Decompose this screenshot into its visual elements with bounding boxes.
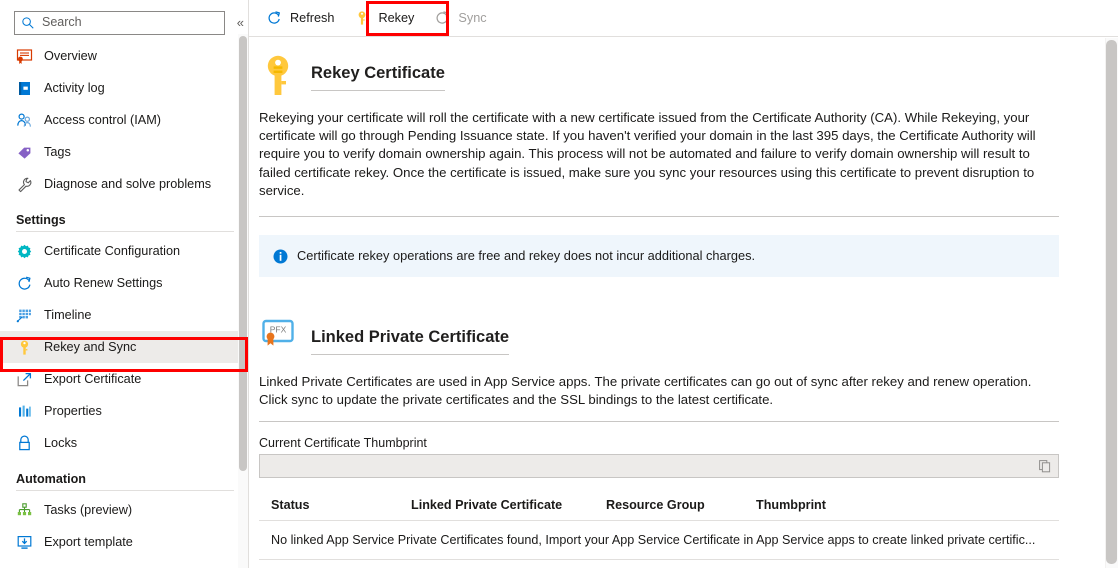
sidebar-scrollbar-thumb[interactable] bbox=[239, 36, 247, 471]
sidebar-item-tags[interactable]: Tags bbox=[0, 136, 248, 168]
search-icon bbox=[21, 16, 35, 30]
sidebar-item-access-control[interactable]: Access control (IAM) bbox=[0, 104, 248, 136]
collapse-sidebar-icon[interactable]: « bbox=[233, 13, 248, 33]
rekey-and-sync-content: Rekey Certificate Rekeying your certific… bbox=[249, 37, 1118, 560]
table-header-row: Status Linked Private Certificate Resour… bbox=[259, 492, 1059, 521]
sidebar-item-label: Locks bbox=[44, 436, 77, 450]
certificate-icon bbox=[16, 48, 33, 65]
sidebar-item-label: Tasks (preview) bbox=[44, 503, 132, 517]
linked-description: Linked Private Certificates are used in … bbox=[259, 373, 1059, 409]
page-title: Rekey Certificate bbox=[311, 64, 445, 91]
key-icon bbox=[259, 53, 297, 95]
sidebar-item-properties[interactable]: Properties bbox=[0, 395, 248, 427]
sidebar-item-label: Diagnose and solve problems bbox=[44, 177, 211, 191]
sidebar-item-label: Export Certificate bbox=[44, 372, 141, 386]
key-icon bbox=[16, 339, 33, 356]
sidebar-item-label: Export template bbox=[44, 535, 133, 549]
linked-certificates-table: Status Linked Private Certificate Resour… bbox=[259, 492, 1059, 560]
sidebar-item-tasks-preview[interactable]: Tasks (preview) bbox=[0, 494, 248, 526]
rekey-description: Rekeying your certificate will roll the … bbox=[259, 109, 1059, 200]
sidebar-item-label: Overview bbox=[44, 49, 97, 63]
gear-icon bbox=[16, 243, 33, 260]
section-divider bbox=[259, 421, 1059, 422]
refresh-circle-icon bbox=[16, 275, 33, 292]
sidebar-item-locks[interactable]: Locks bbox=[0, 427, 248, 459]
sidebar-nav-list: Overview Activity log bbox=[0, 38, 248, 558]
search-placeholder: Search bbox=[42, 16, 82, 29]
tasks-tree-icon bbox=[16, 502, 33, 519]
key-icon bbox=[354, 10, 370, 26]
svg-text:PFX: PFX bbox=[270, 325, 287, 335]
wrench-icon bbox=[16, 176, 33, 193]
info-icon bbox=[273, 249, 288, 264]
column-header-resource-group[interactable]: Resource Group bbox=[594, 492, 744, 521]
section-divider bbox=[259, 216, 1059, 217]
sidebar-item-export-template[interactable]: Export template bbox=[0, 526, 248, 558]
sidebar-item-rekey-and-sync[interactable]: Rekey and Sync bbox=[0, 331, 248, 363]
sidebar-group-title-settings: Settings bbox=[0, 200, 248, 231]
search-input[interactable]: Search bbox=[14, 11, 225, 35]
sidebar-item-label: Access control (IAM) bbox=[44, 113, 161, 127]
bars-icon bbox=[16, 403, 33, 420]
rekey-certificate-title-wrap: Rekey Certificate bbox=[311, 58, 445, 91]
thumbprint-input[interactable] bbox=[259, 454, 1059, 478]
sidebar-group-title-automation: Automation bbox=[0, 459, 248, 490]
info-banner-text: Certificate rekey operations are free an… bbox=[297, 248, 755, 264]
rekey-button-label: Rekey bbox=[378, 11, 414, 25]
sidebar-item-activity-log[interactable]: Activity log bbox=[0, 72, 248, 104]
content-scrollbar-thumb[interactable] bbox=[1106, 40, 1117, 564]
section-title: Linked Private Certificate bbox=[311, 328, 509, 355]
refresh-button-label: Refresh bbox=[290, 11, 334, 25]
export-arrow-icon bbox=[16, 371, 33, 388]
sidebar-item-export-certificate[interactable]: Export Certificate bbox=[0, 363, 248, 395]
sidebar-item-label: Properties bbox=[44, 404, 102, 418]
blade-content: Refresh Rekey bbox=[249, 0, 1118, 568]
tag-icon bbox=[16, 144, 33, 161]
column-header-linked-private-certificate[interactable]: Linked Private Certificate bbox=[399, 492, 594, 521]
sync-button: Sync bbox=[429, 3, 499, 33]
sidebar-item-label: Auto Renew Settings bbox=[44, 276, 163, 290]
command-bar: Refresh Rekey bbox=[249, 0, 1118, 37]
timeline-grid-icon bbox=[16, 307, 33, 324]
pfx-certificate-icon: PFX bbox=[259, 317, 297, 359]
sidebar-item-label: Certificate Configuration bbox=[44, 244, 180, 258]
rekey-certificate-header: Rekey Certificate bbox=[254, 37, 1118, 95]
sidebar-item-overview[interactable]: Overview bbox=[0, 40, 248, 72]
table-row: No linked App Service Private Certificat… bbox=[259, 521, 1059, 560]
sidebar-item-label: Tags bbox=[44, 145, 71, 159]
refresh-icon bbox=[266, 10, 282, 26]
resource-menu-sidebar: Search « Overview bbox=[0, 0, 249, 568]
sidebar-item-timeline[interactable]: Timeline bbox=[0, 299, 248, 331]
sidebar-search-row: Search « bbox=[0, 0, 248, 38]
people-icon bbox=[16, 112, 33, 129]
thumbprint-label: Current Certificate Thumbprint bbox=[259, 436, 1118, 450]
rekey-button[interactable]: Rekey bbox=[349, 3, 427, 33]
table-empty-message: No linked App Service Private Certificat… bbox=[259, 521, 1059, 560]
info-banner: Certificate rekey operations are free an… bbox=[259, 235, 1059, 277]
book-icon bbox=[16, 80, 33, 97]
lock-icon bbox=[16, 435, 33, 452]
column-header-status[interactable]: Status bbox=[259, 492, 399, 521]
refresh-button[interactable]: Refresh bbox=[261, 3, 347, 33]
sidebar-item-label: Activity log bbox=[44, 81, 105, 95]
linked-private-certificate-title-wrap: Linked Private Certificate bbox=[311, 322, 509, 355]
azure-portal-blade: Search « Overview bbox=[0, 0, 1118, 568]
sidebar-group-divider bbox=[16, 231, 234, 232]
sidebar-item-auto-renew-settings[interactable]: Auto Renew Settings bbox=[0, 267, 248, 299]
sidebar-group-divider bbox=[16, 490, 234, 491]
linked-private-certificate-header: PFX Linked Private Certificate bbox=[254, 277, 1118, 359]
sidebar-item-label: Timeline bbox=[44, 308, 91, 322]
sidebar-item-diagnose[interactable]: Diagnose and solve problems bbox=[0, 168, 248, 200]
sync-button-label: Sync bbox=[458, 11, 486, 25]
copy-icon[interactable] bbox=[1038, 459, 1052, 473]
sync-icon bbox=[434, 10, 450, 26]
column-header-thumbprint[interactable]: Thumbprint bbox=[744, 492, 1059, 521]
sidebar-item-certificate-configuration[interactable]: Certificate Configuration bbox=[0, 235, 248, 267]
export-template-icon bbox=[16, 534, 33, 551]
sidebar-item-label: Rekey and Sync bbox=[44, 340, 136, 354]
